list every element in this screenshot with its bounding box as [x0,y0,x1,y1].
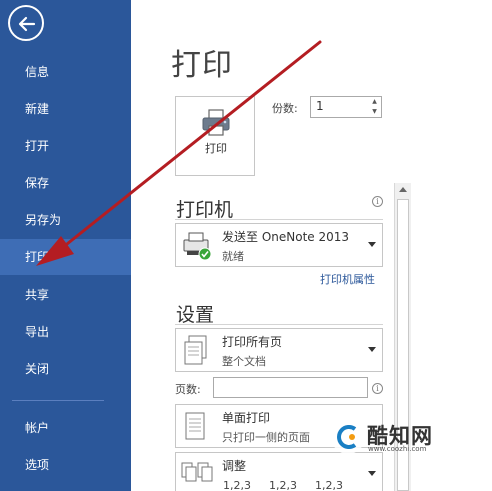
copies-label: 份数: [272,102,298,115]
single-page-icon [185,412,205,440]
sidebar-item-info[interactable]: 信息 [0,54,131,90]
settings-section-title: 设置 [176,304,215,326]
sidebar-item-export[interactable]: 导出 [0,314,131,350]
spin-down-icon[interactable]: ▼ [368,107,381,117]
spin-up-icon[interactable]: ▲ [368,97,381,107]
pages-label: 页数: [175,383,201,396]
chevron-down-icon [368,242,376,247]
sidebar-item-options[interactable]: 选项 [0,447,131,483]
copies-spinner[interactable]: ▲ ▼ [368,97,381,117]
printer-name: 发送至 OneNote 2013 [222,230,350,244]
sidebar-item-close[interactable]: 关闭 [0,351,131,387]
printer-dropdown[interactable]: 发送至 OneNote 2013 就绪 [175,223,383,267]
sidebar-item-share[interactable]: 共享 [0,277,131,313]
print-range-detail: 整个文档 [222,355,266,368]
pages-input[interactable] [213,377,368,398]
collate-seq-1: 1,2,3 [223,479,251,491]
printer-icon [202,109,230,136]
watermark: 酷知网 www.coozhi.com [331,418,457,458]
pages-icon [184,335,207,365]
page-title: 打印 [171,48,233,83]
collate-sequence: 1,2,3 1,2,3 1,2,3 [223,479,373,491]
info-icon[interactable]: i [372,383,383,394]
printer-status: 就绪 [222,250,244,263]
watermark-logo [331,420,365,454]
print-sides-value: 单面打印 [222,411,271,425]
collate-value: 调整 [222,459,247,473]
chevron-down-icon [368,471,376,476]
sidebar-item-print[interactable]: 打印 [0,239,131,275]
sidebar-item-account[interactable]: 帐户 [0,410,131,446]
backstage-sidebar: 信息 新建 打开 保存 另存为 打印 共享 导出 关闭 帐户 选项 [0,0,131,491]
print-button[interactable]: 打印 [175,96,255,176]
collate-icon [181,462,213,482]
back-button[interactable] [8,5,44,41]
info-icon[interactable]: i [372,196,383,207]
collate-seq-3: 1,2,3 [315,479,343,491]
sidebar-divider [12,400,104,401]
watermark-url: www.coozhi.com [368,445,427,453]
sidebar-item-new[interactable]: 新建 [0,91,131,127]
sidebar-item-save[interactable]: 保存 [0,165,131,201]
chevron-down-icon [368,347,376,352]
sidebar-item-open[interactable]: 打开 [0,128,131,164]
printer-device-icon [183,232,212,261]
arrow-left-icon [18,16,36,32]
watermark-logo-icon [337,425,357,449]
print-range-dropdown[interactable]: 打印所有页 整个文档 [175,328,383,372]
print-button-label: 打印 [205,142,227,155]
sidebar-item-save-as[interactable]: 另存为 [0,202,131,238]
section-divider [175,324,383,325]
print-range-value: 打印所有页 [222,335,283,349]
printer-properties-link[interactable]: 打印机属性 [320,271,375,287]
print-sides-detail: 只打印一侧的页面 [222,431,310,444]
section-divider [175,219,383,220]
collate-seq-2: 1,2,3 [269,479,297,491]
printer-section-title: 打印机 [176,199,234,221]
scroll-up-icon[interactable] [399,187,407,192]
